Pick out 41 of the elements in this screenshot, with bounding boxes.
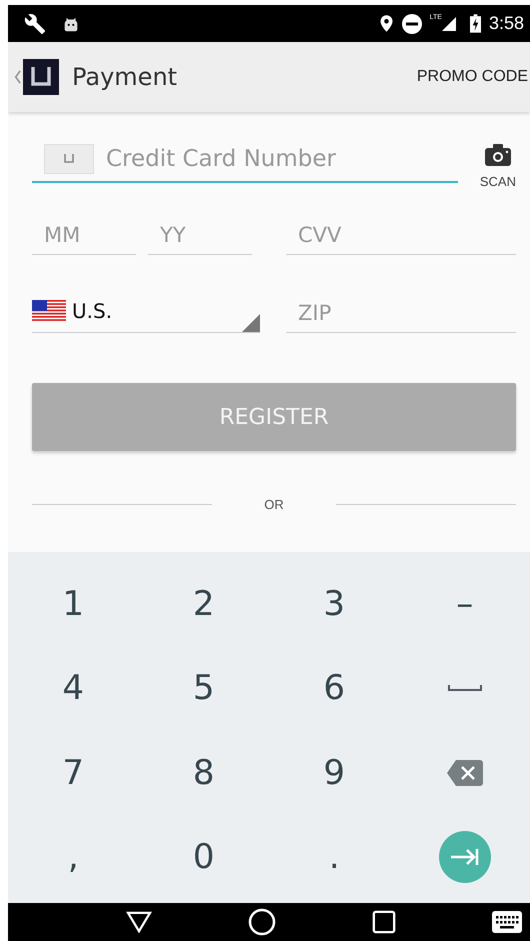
chevron-left-icon (14, 69, 21, 85)
keyboard-key[interactable]: 5 (138, 646, 269, 730)
location-pin-icon (378, 14, 394, 33)
wrench-icon (24, 12, 46, 34)
back-triangle-icon[interactable] (126, 911, 152, 933)
cvv-field[interactable]: CVV (286, 215, 516, 255)
keyboard-key[interactable]: , (68, 814, 79, 899)
or-divider-label: OR (263, 497, 285, 512)
country-dropdown[interactable]: U.S. (32, 293, 260, 333)
camera-icon (484, 144, 511, 166)
keyboard-key[interactable]: 9 (269, 730, 400, 815)
keyboard-key[interactable]: 6 (269, 646, 400, 730)
clock-time: 3:58 (488, 13, 524, 34)
home-circle-icon[interactable] (248, 908, 276, 936)
keyboard-key[interactable]: . (269, 814, 400, 899)
zip-field[interactable]: ZIP (286, 293, 516, 333)
card-number-field[interactable]: Credit Card Number (94, 146, 458, 172)
keyboard-key[interactable]: – (400, 562, 530, 646)
do-not-disturb-icon (402, 14, 422, 34)
card-icon (44, 144, 94, 174)
keyboard-key[interactable]: 8 (138, 730, 269, 815)
next-field-icon[interactable] (438, 830, 491, 883)
month-field[interactable]: MM (32, 215, 136, 255)
keyboard-key[interactable]: 0 (138, 814, 269, 899)
keyboard-key[interactable]: 7 (62, 730, 84, 815)
scan-button[interactable]: SCAN (480, 144, 516, 189)
keyboard-key[interactable]: 2 (138, 562, 269, 646)
us-flag-icon (32, 300, 66, 322)
space-key-icon[interactable] (448, 684, 482, 692)
backspace-icon[interactable] (446, 760, 483, 786)
recents-square-icon[interactable] (372, 910, 396, 934)
battery-charging-icon (470, 14, 481, 33)
app-logo-icon (23, 59, 59, 95)
promo-code-button[interactable]: PROMO CODE (416, 68, 530, 86)
keyboard-key[interactable]: 3 (269, 562, 400, 646)
year-field[interactable]: YY (148, 215, 252, 255)
signal-icon (442, 14, 456, 32)
keyboard-icon[interactable] (492, 911, 522, 933)
screen-title: Payment (72, 63, 178, 91)
keyboard-key[interactable]: 4 (62, 646, 84, 730)
keyboard-key[interactable]: 1 (62, 562, 84, 646)
